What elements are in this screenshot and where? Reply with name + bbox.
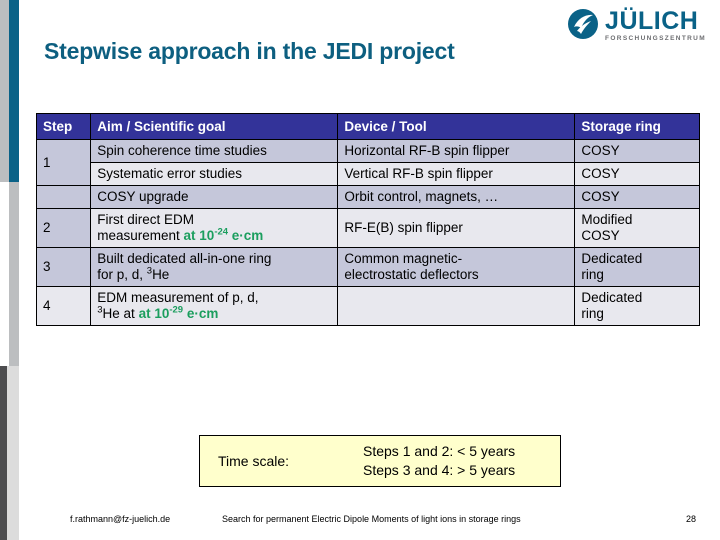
column-header-ring: Storage ring	[574, 113, 700, 140]
table-row: 3 Built dedicated all-in-one ring for p,…	[35, 247, 700, 287]
logo-subtitle: FORSCHUNGSZENTRUM	[605, 35, 706, 42]
slide-footer: f.rathmann@fz-juelich.de Search for perm…	[0, 514, 720, 532]
slide-title: Stepwise approach in the JEDI project	[44, 38, 455, 64]
cell-device: Orbit control, magnets, …	[337, 185, 576, 209]
aim-line-1: EDM measurement of p, d,	[97, 290, 259, 305]
cell-step-number: 3	[35, 247, 92, 287]
footer-talk-title: Search for permanent Electric Dipole Mom…	[222, 514, 521, 524]
cell-aim: Spin coherence time studies	[90, 139, 339, 163]
stepwise-approach-table: Step Aim / Scientific goal Device / Tool…	[35, 113, 700, 326]
column-header-device: Device / Tool	[337, 113, 576, 140]
aim-line-2-plain: measurement	[97, 228, 184, 243]
cell-ring: Dedicated ring	[574, 247, 700, 287]
cell-ring: COSY	[574, 185, 700, 209]
cell-aim: Systematic error studies	[90, 162, 339, 186]
column-header-aim: Aim / Scientific goal	[90, 113, 339, 140]
aim-line-2-tail: He	[152, 267, 170, 282]
device-line-2: electrostatic deflectors	[344, 267, 479, 282]
cell-device: Common magnetic- electrostatic deflector…	[337, 247, 576, 287]
left-accent-bar-gray-top	[0, 0, 9, 182]
ring-line-1: Dedicated	[581, 290, 643, 305]
cell-step-number: 4	[35, 286, 92, 326]
device-line-1: Common magnetic-	[344, 251, 463, 266]
aim-exponent: -24	[214, 226, 229, 238]
footer-email: f.rathmann@fz-juelich.de	[70, 514, 171, 524]
table-header-row: Step Aim / Scientific goal Device / Tool…	[35, 113, 700, 140]
cell-ring: COSY	[574, 139, 700, 163]
aim-exponent: -29	[169, 304, 184, 316]
cell-aim: First direct EDM measurement at 10-24 e·…	[90, 208, 339, 248]
cell-device	[337, 286, 576, 326]
cell-device: Vertical RF-B spin flipper	[337, 162, 576, 186]
cell-ring: Dedicated ring	[574, 286, 700, 326]
cell-step-number: 2	[35, 208, 92, 248]
cell-device: RF-E(B) spin flipper	[337, 208, 576, 248]
logo-wordmark: JÜLICH FORSCHUNGSZENTRUM	[605, 8, 706, 43]
time-scale-line-2: Steps 3 and 4: > 5 years	[363, 462, 516, 478]
cell-ring: COSY	[574, 162, 700, 186]
table-row: COSY upgrade Orbit control, magnets, … C…	[35, 185, 700, 209]
footer-page-number: 28	[686, 514, 697, 524]
table-row: 2 First direct EDM measurement at 10-24 …	[35, 208, 700, 248]
aim-line-1: Built dedicated all-in-one ring	[97, 251, 272, 266]
time-scale-values: Steps 1 and 2: < 5 years Steps 3 and 4: …	[363, 442, 515, 480]
aim-line-1: First direct EDM	[97, 212, 194, 227]
forschungszentrum-juelich-logo: JÜLICH FORSCHUNGSZENTRUM	[567, 8, 706, 43]
cell-aim: Built dedicated all-in-one ring for p, d…	[90, 247, 339, 287]
time-scale-line-1: Steps 1 and 2: < 5 years	[363, 443, 516, 459]
ring-line-2: ring	[581, 306, 604, 321]
cell-device: Horizontal RF-B spin flipper	[337, 139, 576, 163]
cell-aim: EDM measurement of p, d, 3He at at 10-29…	[90, 286, 339, 326]
cell-step-number	[35, 185, 92, 209]
table-row: Systematic error studies Vertical RF-B s…	[37, 162, 700, 186]
aim-line-2-plain: for p, d,	[97, 267, 147, 282]
logo-name: JÜLICH	[605, 7, 699, 35]
time-scale-label: Time scale:	[218, 453, 290, 469]
column-header-step: Step	[35, 113, 92, 140]
table-row: 1 Spin coherence time studies Horizontal…	[35, 139, 700, 186]
aim-line-2-plain: He at	[102, 306, 139, 321]
cell-ring: Modified COSY	[574, 208, 700, 248]
aim-highlight: at 10-24 e·cm	[183, 226, 264, 243]
juelich-swirl-icon	[567, 8, 599, 40]
cell-aim: COSY upgrade	[90, 185, 339, 209]
cell-step-number: 1	[35, 139, 92, 186]
table-row: 4 EDM measurement of p, d, 3He at at 10-…	[35, 286, 700, 326]
ring-line-1: Modified	[581, 212, 633, 227]
ring-line-1: Dedicated	[581, 251, 643, 266]
time-scale-callout: Time scale: Steps 1 and 2: < 5 years Ste…	[199, 435, 561, 487]
ring-line-2: ring	[581, 267, 604, 282]
aim-highlight: at 10-29 e·cm	[138, 304, 219, 321]
left-accent-bar-gray-middle	[9, 182, 19, 366]
ring-line-2: COSY	[581, 228, 620, 243]
left-accent-bar-teal	[9, 0, 19, 182]
